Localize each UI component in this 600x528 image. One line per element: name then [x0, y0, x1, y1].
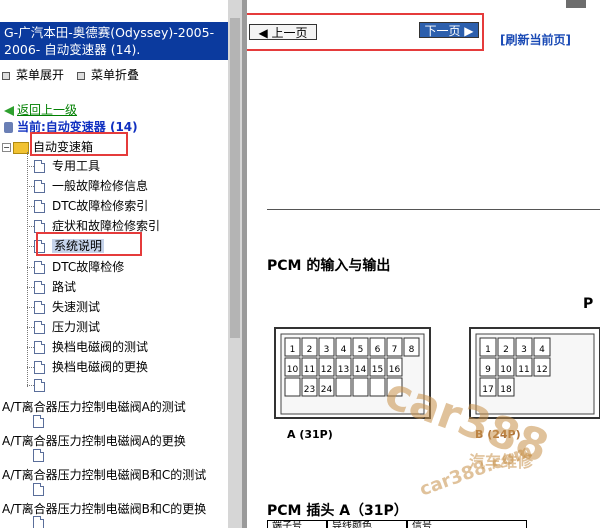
document-icon [33, 483, 44, 496]
connector-pin-number: 8 [409, 345, 415, 355]
tree-item[interactable] [27, 378, 52, 398]
expand-icon [2, 71, 10, 80]
document-icon [34, 281, 45, 294]
connector-pin-number: 23 [304, 385, 315, 395]
back-link[interactable]: 返回上一级 [4, 101, 77, 118]
left-tree-pane: G-广汽本田-奥德赛(Odyssey)-2005-2006- 自动变速器 (14… [0, 0, 228, 528]
connector-pin-number: 2 [503, 345, 509, 355]
connector-pin-number: 18 [500, 385, 512, 395]
tree-item[interactable]: 换档电磁阀的测试 [27, 338, 148, 358]
menu-collapse-button[interactable]: 菜单折叠 [77, 66, 139, 83]
tree-item[interactable]: 失速测试 [27, 298, 100, 318]
connector-pin-number: 12 [321, 365, 332, 375]
connector-pin-number: 1 [290, 345, 296, 355]
annotation-highlight [247, 13, 484, 51]
connector-pin-number: 11 [304, 365, 315, 375]
tree-item[interactable]: 换档电磁阀的更换 [27, 358, 148, 378]
connector-pin [335, 377, 352, 397]
document-icon [33, 415, 44, 428]
tree-item[interactable]: 专用工具 [27, 157, 100, 177]
tree-item-long[interactable]: A/T离合器压力控制电磁阀A的测试 [2, 398, 186, 415]
heading-fragment: P [583, 296, 594, 312]
refresh-page-link[interactable]: [刷新当前页] [500, 31, 571, 48]
connector-pin [369, 377, 386, 397]
connector-pin-number: 9 [485, 365, 491, 375]
annotation-highlight [30, 132, 128, 156]
connector-a-label: A (31P) [287, 428, 333, 441]
annotation-highlight [36, 232, 142, 256]
watermark-cn: 汽车维修 [469, 452, 534, 471]
tree-item-long[interactable]: A/T离合器压力控制电磁阀B和C的测试 [2, 466, 206, 483]
connector-pin-number: 4 [539, 345, 545, 355]
tree-scrollbar[interactable] [228, 0, 242, 528]
connector-pin-number: 11 [518, 365, 529, 375]
table-header: 信号 [407, 520, 527, 528]
document-icon [34, 180, 45, 193]
connector-pin-number: 5 [358, 345, 364, 355]
tree-item[interactable]: DTC故障检修 [27, 258, 124, 278]
document-icon [34, 160, 45, 173]
tree-item-long[interactable]: A/T离合器压力控制电磁阀A的更换 [2, 432, 186, 449]
document-title: G-广汽本田-奥德赛(Odyssey)-2005-2006- 自动变速器 (14… [0, 22, 228, 60]
collapse-icon [77, 71, 85, 80]
connector-pin [352, 377, 369, 397]
tree-item[interactable]: 路试 [27, 278, 76, 298]
document-icon [34, 341, 45, 354]
connector-heading: PCM 插头 A（31P） [267, 503, 408, 519]
window-corner [566, 0, 586, 8]
connector-pin [284, 377, 301, 397]
document-icon [34, 361, 45, 374]
document-icon [34, 261, 45, 274]
back-arrow-icon [4, 105, 14, 116]
tree-item[interactable]: 一般故障检修信息 [27, 177, 148, 197]
menu-expand-button[interactable]: 菜单展开 [2, 66, 64, 83]
connector-pin-number: 6 [375, 345, 381, 355]
database-icon [4, 122, 13, 133]
document-icon [33, 516, 44, 528]
content-pane: ◀ 上一页 下一页 ▶ [刷新当前页] PCM 的输入与输出 P 1234567… [247, 0, 600, 528]
connector-pin-number: 3 [521, 345, 527, 355]
document-icon [34, 321, 45, 334]
document-icon [33, 449, 44, 462]
tree-item[interactable]: 压力测试 [27, 318, 100, 338]
connector-pin-number: 10 [287, 365, 299, 375]
connector-pin-number: 4 [341, 345, 347, 355]
connector-pin-number: 13 [338, 365, 349, 375]
connector-pin-number: 1 [485, 345, 491, 355]
connector-pin-number: 10 [500, 365, 512, 375]
page-rule [267, 209, 600, 210]
tree-item[interactable]: DTC故障检修索引 [27, 197, 148, 217]
tree-item-long[interactable]: A/T离合器压力控制电磁阀B和C的更换 [2, 500, 206, 517]
connector-pin-number: 2 [307, 345, 313, 355]
connector-pin-number: 3 [324, 345, 330, 355]
connector-pin-number: 7 [392, 345, 398, 355]
table-header: 导线颜色 [327, 520, 407, 528]
scrollbar-thumb[interactable] [230, 18, 240, 338]
document-icon [34, 301, 45, 314]
document-icon [34, 200, 45, 213]
collapse-toggle-icon[interactable]: − [2, 143, 11, 152]
table-header: 端子号 [267, 520, 327, 528]
connector-pin-number: 24 [321, 385, 333, 395]
connector-pin-number: 17 [482, 385, 493, 395]
connector-pin-number: 15 [372, 365, 383, 375]
connector-pin-number: 12 [536, 365, 547, 375]
connector-pin-number: 14 [355, 365, 367, 375]
section-heading: PCM 的输入与输出 [267, 258, 391, 274]
document-icon [34, 379, 45, 392]
